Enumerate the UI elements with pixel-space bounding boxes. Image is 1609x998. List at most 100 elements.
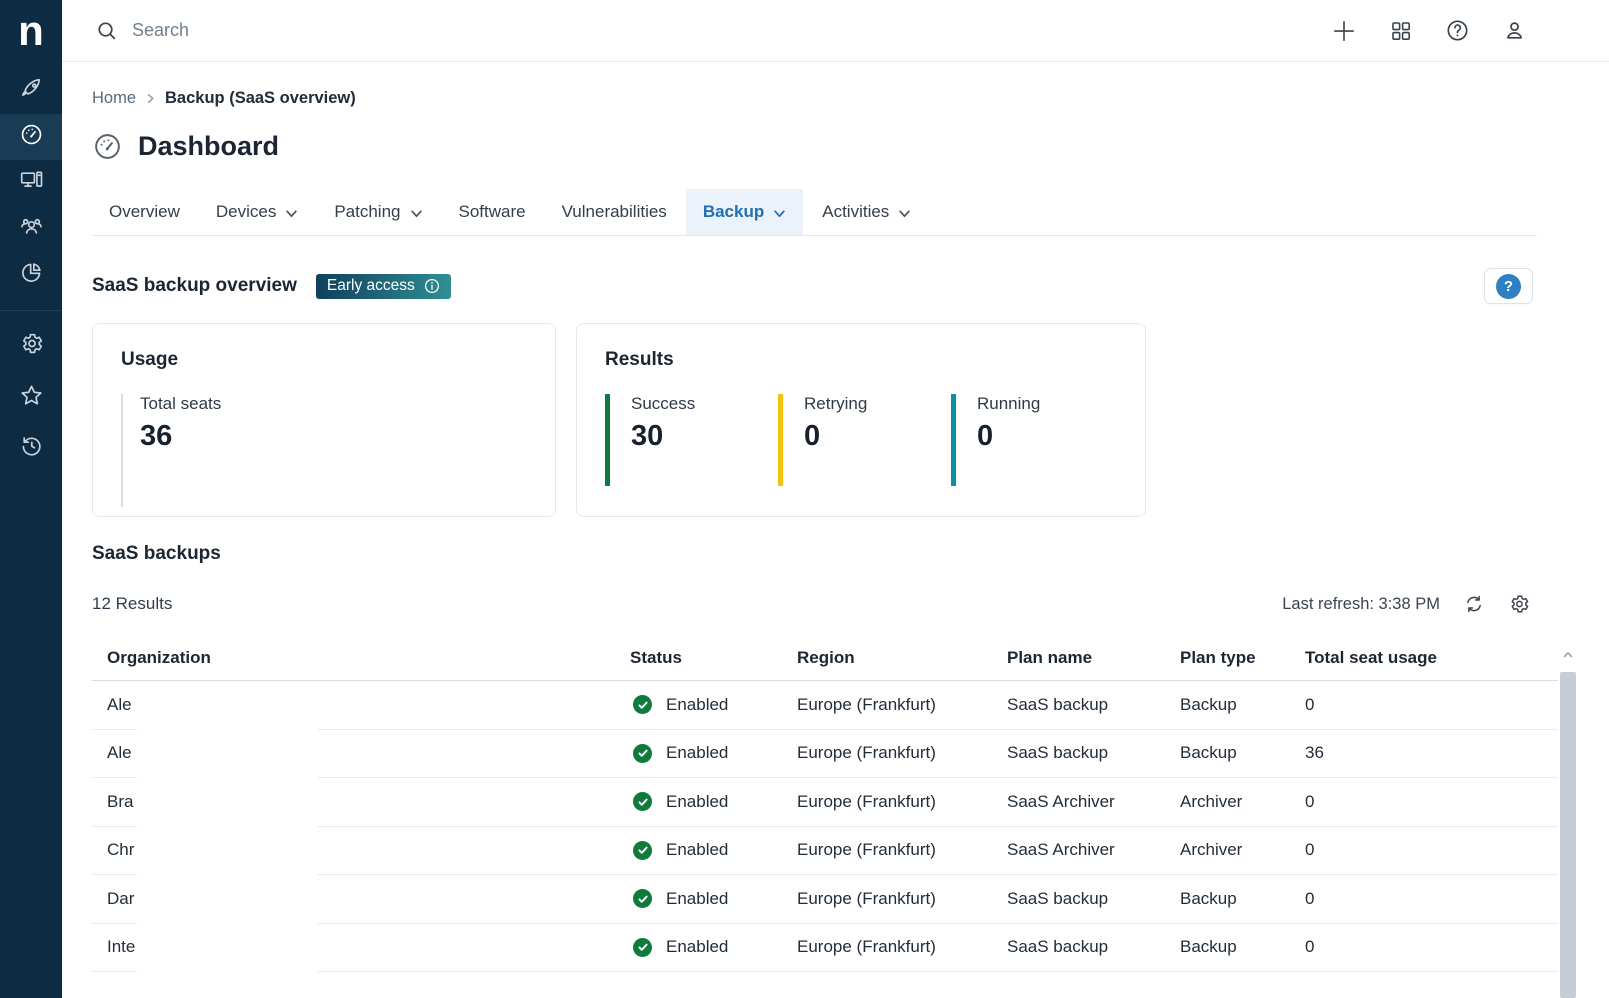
cell-plan-type: Backup xyxy=(1180,695,1305,715)
check-icon xyxy=(633,841,652,860)
column-header-region[interactable]: Region xyxy=(797,648,1007,668)
column-header-plan-name[interactable]: Plan name xyxy=(1007,648,1180,668)
help-circle-icon[interactable] xyxy=(1445,18,1470,43)
stat-value: 0 xyxy=(977,420,1124,453)
tab-devices[interactable]: Devices xyxy=(199,189,315,235)
cell-total-seat-usage: 36 xyxy=(1305,743,1558,763)
check-icon xyxy=(633,938,652,957)
search-input[interactable] xyxy=(132,20,552,41)
status-text: Enabled xyxy=(666,743,728,763)
breadcrumb-current: Backup (SaaS overview) xyxy=(165,89,356,108)
total-seats-stat: Total seats 36 xyxy=(121,394,221,507)
stat-value: 30 xyxy=(631,420,778,453)
last-refresh-text: Last refresh: 3:38 PM xyxy=(1282,595,1440,614)
tab-activities[interactable]: Activities xyxy=(805,189,928,235)
tab-label: Patching xyxy=(334,202,400,222)
tab-label: Overview xyxy=(109,202,180,222)
chevron-down-icon xyxy=(773,207,786,220)
search-icon xyxy=(95,19,118,42)
cell-region: Europe (Frankfurt) xyxy=(797,889,1007,909)
refresh-icon[interactable] xyxy=(1463,593,1485,615)
help-button[interactable]: ? xyxy=(1484,268,1533,304)
cell-region: Europe (Frankfurt) xyxy=(797,840,1007,860)
results-card: Results Success 30 Retrying 0 Running 0 xyxy=(576,323,1146,517)
tab-vulnerabilities[interactable]: Vulnerabilities xyxy=(545,189,684,235)
chevron-down-icon xyxy=(898,207,911,220)
column-header-organization[interactable]: Organization xyxy=(92,648,630,668)
saas-backups-heading: SaaS backups xyxy=(92,543,1609,565)
dashboard-gauge-icon xyxy=(92,131,123,162)
sidebar-item-favorites[interactable] xyxy=(0,375,62,421)
sidebar-item-organizations[interactable] xyxy=(0,206,62,252)
cell-status: Enabled xyxy=(630,792,797,812)
stat-label: Success xyxy=(631,394,778,414)
usage-card-title: Usage xyxy=(121,349,527,371)
column-header-status[interactable]: Status xyxy=(630,648,797,668)
add-plus-icon[interactable] xyxy=(1331,18,1357,44)
stat-label: Retrying xyxy=(804,394,951,414)
cell-plan-type: Archiver xyxy=(1180,792,1305,812)
table-settings-gear-icon[interactable] xyxy=(1508,593,1530,615)
ninjaone-logo[interactable]: n xyxy=(0,0,62,62)
early-access-badge[interactable]: Early access xyxy=(316,274,451,299)
check-icon xyxy=(633,889,652,908)
sidebar: n xyxy=(0,0,62,998)
sidebar-item-devices[interactable] xyxy=(0,160,62,206)
saas-overview-heading: SaaS backup overview xyxy=(92,275,297,297)
success-stat: Success 30 xyxy=(605,394,778,486)
favorites-star-icon xyxy=(19,383,44,413)
cell-status: Enabled xyxy=(630,889,797,909)
sidebar-item-dashboard[interactable] xyxy=(0,114,62,160)
cell-total-seat-usage: 0 xyxy=(1305,792,1558,812)
tab-bar: Overview Devices Patching Software Vulne… xyxy=(92,189,1537,236)
cell-plan-name: SaaS Archiver xyxy=(1007,840,1180,860)
cell-region: Europe (Frankfurt) xyxy=(797,792,1007,812)
breadcrumb-home-link[interactable]: Home xyxy=(92,89,136,108)
cell-plan-name: SaaS backup xyxy=(1007,937,1180,957)
sidebar-item-reporting[interactable] xyxy=(0,252,62,298)
cell-plan-type: Backup xyxy=(1180,889,1305,909)
cell-region: Europe (Frankfurt) xyxy=(797,937,1007,957)
apps-grid-icon[interactable] xyxy=(1389,19,1413,43)
topbar xyxy=(62,0,1609,62)
cell-status: Enabled xyxy=(630,840,797,860)
cell-status: Enabled xyxy=(630,695,797,715)
status-text: Enabled xyxy=(666,695,728,715)
cell-plan-name: SaaS backup xyxy=(1007,743,1180,763)
table-header-row: Organization Status Region Plan name Pla… xyxy=(92,635,1558,681)
cell-total-seat-usage: 0 xyxy=(1305,840,1558,860)
cell-plan-name: SaaS backup xyxy=(1007,889,1180,909)
column-header-total-seat-usage[interactable]: Total seat usage xyxy=(1305,648,1558,668)
tab-overview[interactable]: Overview xyxy=(92,189,197,235)
tab-label: Backup xyxy=(703,202,764,222)
cell-plan-name: SaaS backup xyxy=(1007,695,1180,715)
chevron-up-icon[interactable] xyxy=(1559,645,1577,665)
organizations-users-icon xyxy=(19,214,44,244)
table-scrollbar xyxy=(1559,645,1577,998)
cell-plan-type: Archiver xyxy=(1180,840,1305,860)
user-profile-icon[interactable] xyxy=(1502,18,1527,43)
stat-value: 0 xyxy=(804,420,951,453)
sidebar-item-getting-started[interactable] xyxy=(0,68,62,114)
stat-value: 36 xyxy=(140,420,221,453)
status-text: Enabled xyxy=(666,840,728,860)
column-header-plan-type[interactable]: Plan type xyxy=(1180,648,1305,668)
sidebar-item-administration[interactable] xyxy=(0,323,62,369)
retrying-stat: Retrying 0 xyxy=(778,394,951,486)
scrollbar-thumb[interactable] xyxy=(1560,672,1576,998)
rocket-icon xyxy=(19,76,44,106)
tab-software[interactable]: Software xyxy=(442,189,543,235)
status-text: Enabled xyxy=(666,792,728,812)
early-access-label: Early access xyxy=(327,277,415,295)
sidebar-item-history[interactable] xyxy=(0,425,62,471)
dashboard-gauge-icon xyxy=(19,122,44,152)
usage-card: Usage Total seats 36 xyxy=(92,323,556,517)
settings-gear-icon xyxy=(19,331,44,361)
check-icon xyxy=(633,695,652,714)
results-card-title: Results xyxy=(605,349,1117,371)
cell-status: Enabled xyxy=(630,937,797,957)
tab-patching[interactable]: Patching xyxy=(317,189,439,235)
tab-label: Activities xyxy=(822,202,889,222)
tab-backup[interactable]: Backup xyxy=(686,189,803,235)
status-text: Enabled xyxy=(666,937,728,957)
